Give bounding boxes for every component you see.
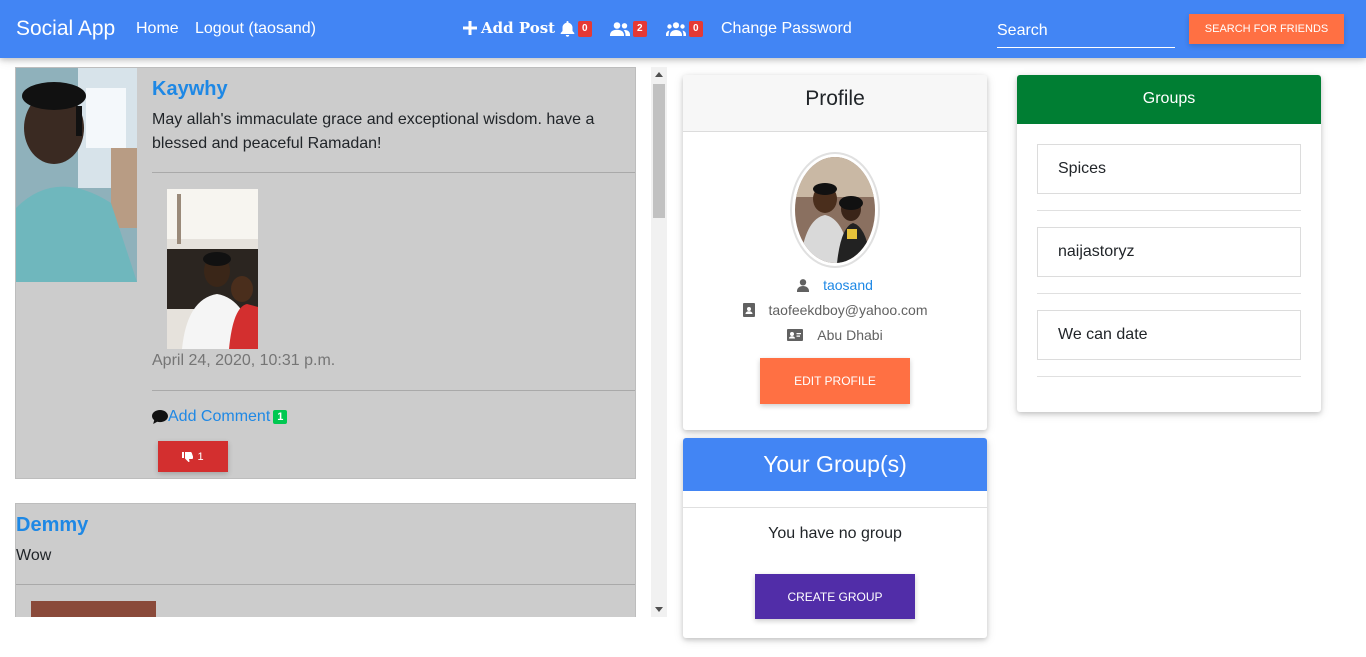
your-groups-card: Your Group(s) You have no group CREATE G…: [683, 438, 987, 638]
edit-profile-button[interactable]: EDIT PROFILE: [760, 358, 910, 404]
post-image[interactable]: [167, 189, 258, 349]
profile-username[interactable]: taosand: [823, 277, 873, 293]
divider: [1037, 376, 1301, 377]
profile-email: taofeekdboy@yahoo.com: [768, 302, 928, 318]
author-avatar[interactable]: [16, 68, 137, 282]
comment-count-badge: 1: [273, 410, 288, 424]
post-card: Kaywhy May allah's immaculate grace and …: [15, 67, 636, 479]
group-icon: [666, 22, 686, 36]
comment-row: Add Comment 1: [152, 408, 288, 426]
nav-home-link[interactable]: Home: [136, 20, 179, 38]
friend-requests-button[interactable]: 2: [610, 19, 647, 39]
contact-book-icon: [742, 303, 755, 317]
dislike-button[interactable]: 1: [158, 441, 228, 472]
users-icon: [610, 22, 630, 36]
group-item[interactable]: naijastoryz: [1037, 227, 1301, 277]
post-date: April 24, 2020, 10:31 p.m.: [152, 352, 336, 369]
groups-card: Groups Spices naijastoryz We can date: [1017, 75, 1321, 412]
search-friends-button[interactable]: SEARCH FOR FRIENDS: [1189, 14, 1344, 44]
add-post-label: Add Post: [481, 19, 556, 37]
scroll-thumb[interactable]: [653, 84, 665, 218]
search-input[interactable]: [997, 15, 1175, 48]
notifications-badge: 0: [578, 21, 592, 37]
post-author[interactable]: Kaywhy: [152, 78, 228, 101]
thumbs-down-icon: [182, 451, 194, 462]
divider: [152, 390, 635, 391]
group-item[interactable]: We can date: [1037, 310, 1301, 360]
notifications-button[interactable]: 0: [560, 19, 592, 39]
post-card: Demmy Wow: [15, 503, 636, 617]
groups-badge: 0: [689, 21, 703, 37]
profile-email-row: taofeekdboy@yahoo.com: [683, 302, 987, 318]
bell-icon: [560, 21, 575, 37]
groups-nav-button[interactable]: 0: [666, 19, 703, 39]
post-text: May allah's immaculate grace and excepti…: [152, 111, 595, 152]
dislike-count: 1: [197, 450, 204, 463]
divider: [1037, 293, 1301, 294]
profile-title: Profile: [683, 75, 987, 132]
navbar: Social App Home Logout (taosand) Add Pos…: [0, 0, 1366, 58]
your-groups-title: Your Group(s): [683, 438, 987, 491]
divider: [683, 507, 987, 508]
post-author[interactable]: Demmy: [16, 514, 88, 537]
group-item[interactable]: Spices: [1037, 144, 1301, 194]
friend-requests-badge: 2: [633, 21, 647, 37]
add-post-link[interactable]: Add Post: [463, 19, 555, 37]
id-card-icon: [787, 329, 804, 341]
add-comment-link[interactable]: Add Comment: [168, 408, 270, 426]
comment-icon: [152, 410, 168, 424]
groups-title: Groups: [1017, 75, 1321, 124]
user-icon: [797, 278, 810, 292]
change-password-link[interactable]: Change Password: [721, 20, 852, 38]
post-image[interactable]: [31, 601, 156, 617]
post-text: Wow: [16, 547, 52, 564]
profile-username-row: taosand: [683, 277, 987, 293]
scroll-down-arrow[interactable]: [655, 607, 663, 612]
divider: [152, 172, 635, 173]
feed-scrollbar[interactable]: [651, 67, 667, 617]
profile-location: Abu Dhabi: [817, 327, 883, 343]
divider: [1037, 210, 1301, 211]
profile-location-row: Abu Dhabi: [683, 327, 987, 343]
profile-card: Profile taosand taofeekdboy@yahoo.com Ab…: [683, 75, 987, 430]
no-group-text: You have no group: [768, 525, 902, 542]
divider: [16, 584, 635, 585]
create-group-button[interactable]: CREATE GROUP: [755, 574, 915, 619]
brand-logo[interactable]: Social App: [16, 17, 115, 41]
scroll-up-arrow[interactable]: [655, 72, 663, 77]
post-feed[interactable]: Kaywhy May allah's immaculate grace and …: [15, 67, 637, 617]
plus-icon: [463, 21, 477, 35]
profile-avatar[interactable]: [790, 152, 880, 268]
nav-logout-link[interactable]: Logout (taosand): [195, 20, 316, 38]
